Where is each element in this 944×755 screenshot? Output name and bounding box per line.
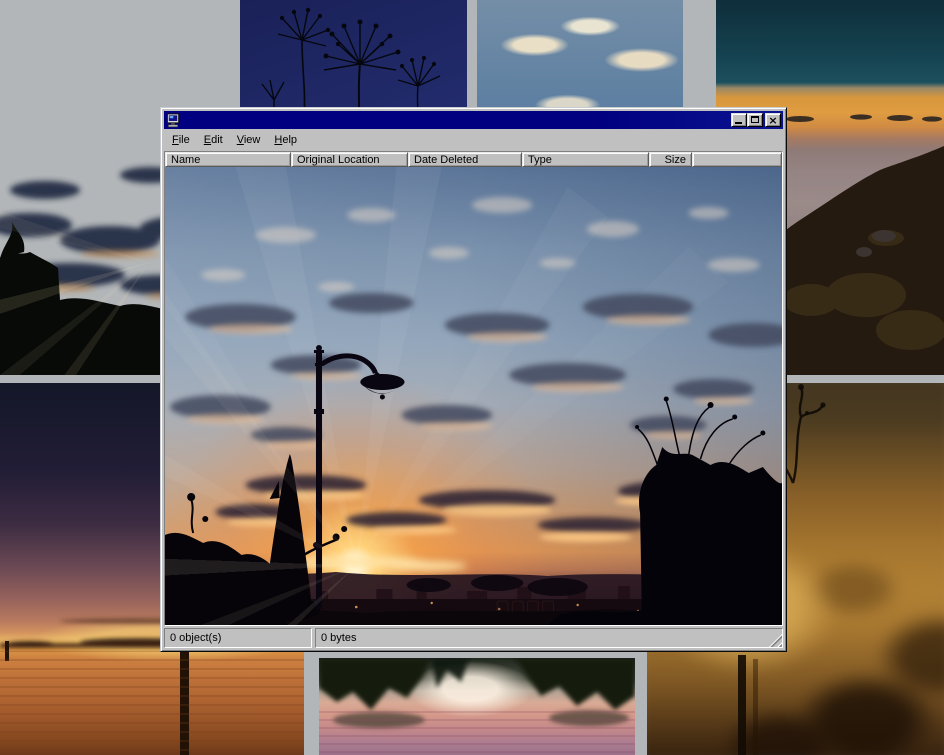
desktop-collage: × FileEditViewHelp NameOriginal Location… — [0, 0, 944, 755]
column-header-blank[interactable] — [692, 152, 782, 167]
title-bar[interactable]: × — [164, 111, 783, 129]
column-header-date-deleted[interactable]: Date Deleted — [408, 152, 522, 167]
right-trees-silhouette — [547, 397, 782, 626]
menu-bar: FileEditViewHelp — [164, 129, 783, 150]
maximize-icon — [751, 116, 759, 123]
column-header-row: NameOriginal LocationDate DeletedTypeSiz… — [165, 152, 782, 167]
street-lamp-silhouette — [314, 345, 405, 609]
street-lamp-sunset-photo — [165, 167, 782, 625]
status-object-count: 0 object(s) — [164, 628, 312, 648]
maximize-button[interactable] — [747, 113, 763, 127]
menu-help[interactable]: Help — [267, 132, 304, 149]
menu-view[interactable]: View — [230, 132, 268, 149]
column-header-original-location[interactable]: Original Location — [291, 152, 408, 167]
column-header-size[interactable]: Size — [649, 152, 692, 167]
photo-watermark — [497, 601, 553, 613]
minimize-icon — [735, 122, 742, 124]
close-icon: × — [766, 114, 780, 126]
list-view[interactable]: NameOriginal LocationDate DeletedTypeSiz… — [164, 151, 783, 626]
status-bar: 0 object(s) 0 bytes — [164, 628, 783, 648]
left-trees-silhouette — [165, 493, 347, 625]
cypress-tree-silhouette — [256, 454, 320, 621]
list-viewport[interactable] — [165, 167, 782, 625]
menu-edit[interactable]: Edit — [197, 132, 230, 149]
column-header-type[interactable]: Type — [522, 152, 649, 167]
menu-file[interactable]: File — [165, 132, 197, 149]
recycle-bin-window: × FileEditViewHelp NameOriginal Location… — [160, 107, 787, 652]
thumbnail-forest-reflection-pink-water — [319, 658, 635, 755]
computer-icon[interactable] — [166, 113, 181, 128]
close-button[interactable]: × — [765, 113, 781, 127]
column-header-name[interactable]: Name — [165, 152, 291, 167]
minimize-button[interactable] — [731, 113, 747, 127]
status-size: 0 bytes — [315, 628, 783, 648]
